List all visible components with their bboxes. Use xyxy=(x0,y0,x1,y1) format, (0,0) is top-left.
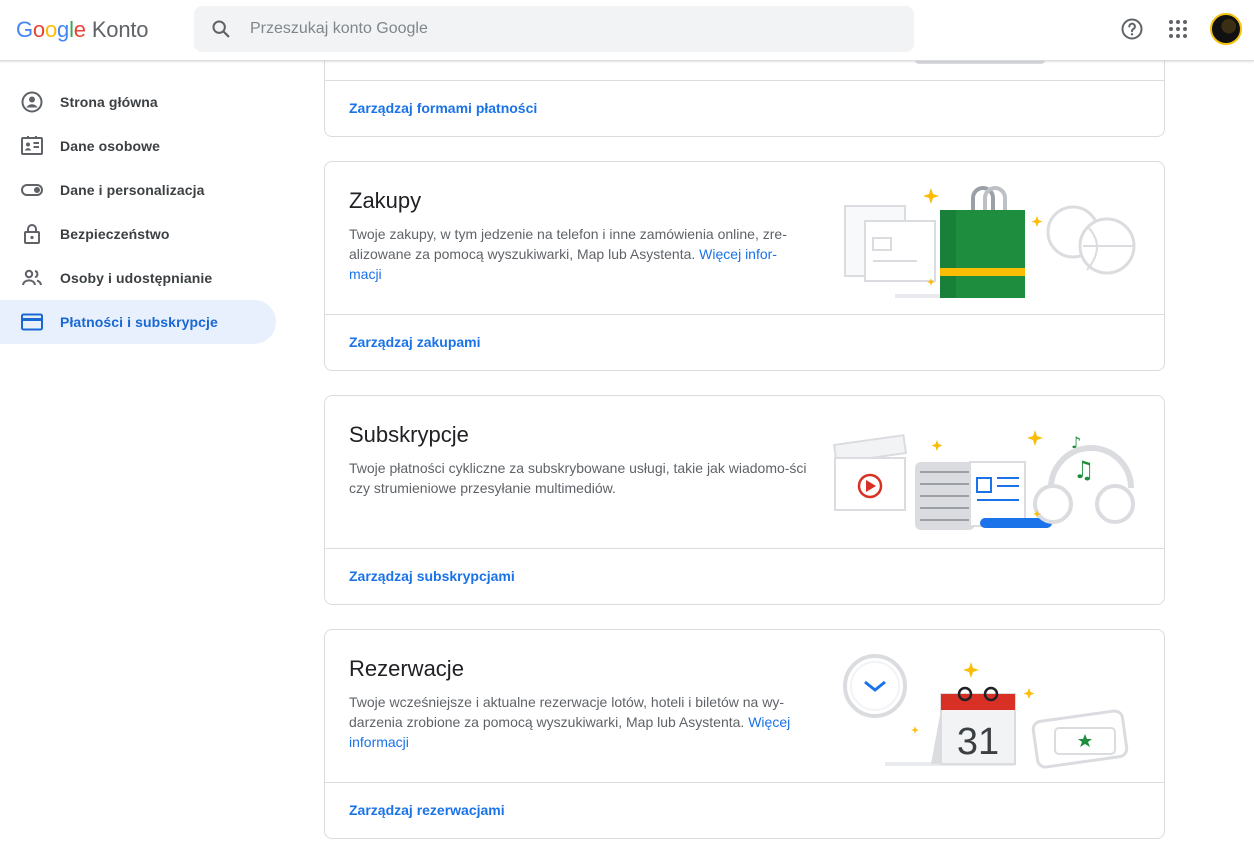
id-card-icon xyxy=(21,136,43,155)
card-title: Rezerwacje xyxy=(349,656,464,681)
sidebar-nav: Strona główna Dane osobowe Dane i person… xyxy=(0,80,280,344)
sidebar-item-security[interactable]: Bezpieczeństwo xyxy=(0,212,276,256)
logo-konto-text: Konto xyxy=(91,17,149,42)
card-description: Twoje płatności cykliczne za subskrybowa… xyxy=(349,458,809,498)
sidebar-item-personal-info[interactable]: Dane osobowe xyxy=(0,124,276,168)
people-icon xyxy=(22,269,42,286)
reservations-card: Rezerwacje Twoje wcześniejsze i aktualne… xyxy=(324,629,1165,839)
logo-letter: o xyxy=(44,17,58,42)
sidebar-item-home[interactable]: Strona główna xyxy=(0,80,276,124)
subscriptions-illustration: ♫ ♪ xyxy=(832,430,1135,530)
description-text: Twoje wcześniejsze i aktualne rezerwacje… xyxy=(349,694,784,730)
card-body: Rezerwacje Twoje wcześniejsze i aktualne… xyxy=(325,630,1164,783)
sidebar-item-label: Dane i personalizacja xyxy=(60,182,205,198)
logo-letter: o xyxy=(32,17,45,42)
sidebar-item-payments-subscriptions[interactable]: Płatności i subskrypcje xyxy=(0,300,276,344)
shopping-bag-illustration xyxy=(844,186,1136,298)
google-account-logo[interactable]: Google Konto xyxy=(16,17,149,43)
manage-purchases-link[interactable]: Zarządzaj zakupami xyxy=(325,315,1164,370)
reservations-illustration: 31 xyxy=(843,654,1129,769)
manage-payment-methods-link[interactable]: Zarządzaj formami płatności xyxy=(325,80,537,136)
svg-text:♫: ♫ xyxy=(1073,456,1095,484)
sidebar-item-label: Bezpieczeństwo xyxy=(60,226,170,242)
subscriptions-card: Subskrypcje Twoje płatności cykliczne za… xyxy=(324,395,1165,605)
toggle-icon xyxy=(21,184,43,196)
card-description: Twoje wcześniejsze i aktualne rezerwacje… xyxy=(349,692,809,752)
logo-letter: e xyxy=(73,17,86,42)
account-circle-icon xyxy=(21,91,43,113)
sidebar-item-data-personalization[interactable]: Dane i personalizacja xyxy=(0,168,276,212)
sidebar-item-label: Osoby i udostępnianie xyxy=(60,270,213,286)
sidebar-item-label: Płatności i subskrypcje xyxy=(60,314,218,330)
search-input[interactable] xyxy=(250,6,890,52)
purchases-card: Zakupy Twoje zakupy, w tym jedzenie na t… xyxy=(324,161,1165,371)
apps-grid-icon[interactable] xyxy=(1166,17,1190,41)
search-bar[interactable] xyxy=(194,6,914,52)
calendar-day: 31 xyxy=(957,721,999,763)
card-body: Zakupy Twoje zakupy, w tym jedzenie na t… xyxy=(325,162,1164,315)
search-icon[interactable] xyxy=(210,18,232,40)
avatar[interactable] xyxy=(1210,13,1242,45)
manage-subscriptions-link[interactable]: Zarządzaj subskrypcjami xyxy=(325,549,1164,604)
card-title: Zakupy xyxy=(349,188,422,213)
sidebar-item-label: Dane osobowe xyxy=(60,138,160,154)
sidebar-item-people-sharing[interactable]: Osoby i udostępnianie xyxy=(0,256,276,300)
sidebar-item-label: Strona główna xyxy=(60,94,158,110)
card-description: Twoje zakupy, w tym jedzenie na telefon … xyxy=(349,224,809,284)
card-title: Subskrypcje xyxy=(349,422,469,447)
credit-card-icon xyxy=(21,313,43,331)
lock-icon xyxy=(24,224,40,244)
top-app-bar: Google Konto xyxy=(0,0,1254,61)
card-body: Subskrypcje Twoje płatności cykliczne za… xyxy=(325,396,1164,549)
svg-text:♪: ♪ xyxy=(1071,433,1081,452)
manage-reservations-link[interactable]: Zarządzaj rezerwacjami xyxy=(325,783,1164,838)
logo-letter: G xyxy=(16,17,33,42)
help-icon[interactable] xyxy=(1120,17,1144,41)
description-text: Twoje płatności cykliczne za subskrybowa… xyxy=(349,460,807,496)
logo-letter: g xyxy=(57,17,70,42)
